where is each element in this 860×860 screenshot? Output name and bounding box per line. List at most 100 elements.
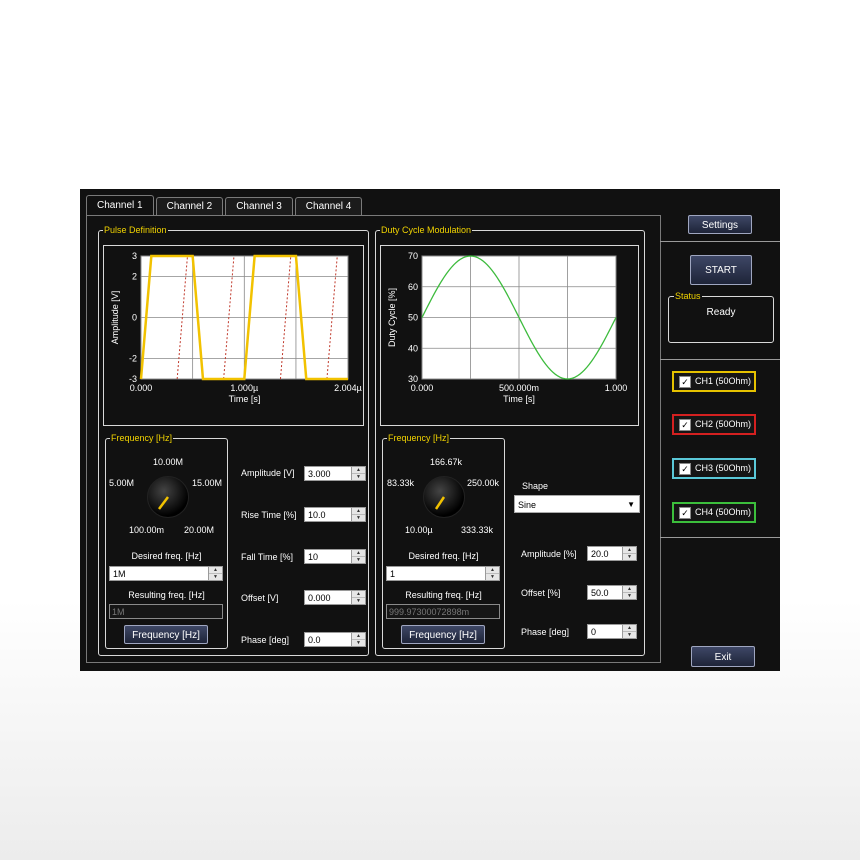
knob-label-top: 166.67k [430,457,463,467]
tab-channel-2[interactable]: Channel 2 [155,197,224,215]
y-axis-label: Duty Cycle [%] [387,288,397,347]
duty-frequency-group: Frequency [Hz] 166.67k 83.33k 250.00k 10… [382,432,505,649]
pulse-param-label-fall-time: Fall Time [%] [241,552,294,562]
spin-up-icon[interactable]: ▲ [352,467,365,474]
knob-label-left: 5.00M [109,478,135,488]
spin-down-icon[interactable]: ▼ [352,474,365,480]
checkbox-check-icon[interactable]: ✓ [679,463,691,475]
pulse-fall-time-input[interactable]: 10 ▲ ▼ [304,549,366,564]
status-text: Ready [706,307,736,318]
pulse-desired-freq-label: Desired freq. [Hz] [131,551,202,561]
knob-indicator-icon [434,496,446,510]
channel-toggle-ch4[interactable]: ✓ CH4 (50Ohm) [672,502,756,523]
pulse-amplitude-input[interactable]: 3.000 ▲ ▼ [304,466,366,481]
knob-label-left: 83.33k [387,478,415,488]
duty-desired-freq-label: Desired freq. [Hz] [408,551,479,561]
spin-up-icon[interactable]: ▲ [352,508,365,515]
spin-up-icon[interactable]: ▲ [486,567,499,574]
shape-label: Shape [522,481,549,491]
dropdown-arrow-icon: ▼ [627,500,635,509]
spin-down-icon[interactable]: ▼ [209,574,222,580]
pulse-param-label-rise-time: Rise Time [%] [241,510,297,520]
divider [660,537,780,538]
y-axis-label: Amplitude [V] [110,291,120,345]
pulse-param-label-phase: Phase [deg] [241,635,290,645]
duty-chart: 70605040300.000 500.000m 1.000Time [s]Duty… [387,251,627,404]
duty-amplitude-input[interactable]: 20.0 ▲ ▼ [587,546,637,561]
duty-resulting-freq-field: 999.97300072898m [386,604,500,619]
pulse-frequency-knob[interactable] [147,476,189,518]
checkbox-check-icon[interactable]: ✓ [679,419,691,431]
spin-up-icon[interactable]: ▲ [623,547,636,554]
shape-select[interactable]: Sine ▼ [514,495,640,513]
channel-toggle-ch2[interactable]: ✓ CH2 (50Ohm) [672,414,756,435]
tab-channel-3[interactable]: Channel 3 [225,197,293,215]
spin-down-icon[interactable]: ▼ [623,593,636,599]
x-axis-label: Time [s] [229,394,261,404]
pulse-resulting-freq-field: 1M [109,604,223,619]
spin-up-icon[interactable]: ▲ [623,586,636,593]
duty-phase-input[interactable]: 0 ▲ ▼ [587,624,637,639]
tab-channel-4[interactable]: Channel 4 [294,197,363,215]
pulse-frequency-title: Frequency [Hz] [110,432,174,444]
channel-toggle-ch1[interactable]: ✓ CH1 (50Ohm) [672,371,756,392]
duty-frequency-knob[interactable] [423,476,465,518]
duty-frequency-title: Frequency [Hz] [387,432,451,444]
pulse-definition-group: Pulse Definition 3 2 0 -2 -3 0.000 1.000µ 2.004… [98,224,369,656]
knob-label-right: 250.00k [467,478,500,488]
pulse-desired-freq-input[interactable]: 1M ▲ ▼ [109,566,223,581]
spin-up-icon[interactable]: ▲ [352,633,365,640]
side-panel: Settings START Status Ready ✓ CH1 (50Ohm… [660,189,780,671]
duty-plot: 70 60 50 40 30 0.000 500.000m 1.000 Time [s] Duty… [380,245,639,426]
spin-up-icon[interactable]: ▲ [352,591,365,598]
channel-tab-pane: Pulse Definition 3 2 0 -2 -3 0.000 1.000µ 2.004… [86,215,661,663]
divider [660,359,780,360]
knob-label-top: 10.00M [153,457,184,467]
checkbox-check-icon[interactable]: ✓ [679,376,691,388]
duty-frequency-button[interactable]: Frequency [Hz] [401,625,485,644]
divider [660,241,780,242]
tab-channel-1[interactable]: Channel 1 [86,195,154,215]
spin-down-icon[interactable]: ▼ [352,640,365,646]
pulse-chart: 320-2-30.000 1.000µ 2.004µTime [s]Amplitud… [110,251,362,404]
duty-cycle-title: Duty Cycle Modulation [380,224,473,236]
y-tick-label: 40 [408,343,418,353]
spin-up-icon[interactable]: ▲ [352,550,365,557]
channel-toggle-ch3[interactable]: ✓ CH3 (50Ohm) [672,458,756,479]
app-window: Channel 1 Channel 2 Channel 3 Channel 4 … [80,189,780,671]
pulse-param-label-offset: Offset [V] [241,593,279,603]
x-tick-label: 0.000 [130,383,153,393]
y-tick-label: 3 [132,251,137,261]
x-tick-label: 500.000m [499,383,539,393]
spin-down-icon[interactable]: ▼ [486,574,499,580]
spin-down-icon[interactable]: ▼ [623,554,636,560]
knob-label-bottom-right: 333.33k [461,525,494,535]
checkbox-check-icon[interactable]: ✓ [679,507,691,519]
x-tick-label: 1.000µ [230,383,258,393]
exit-button[interactable]: Exit [691,646,755,667]
spin-down-icon[interactable]: ▼ [623,632,636,638]
pulse-frequency-button[interactable]: Frequency [Hz] [124,625,208,644]
settings-button[interactable]: Settings [688,215,752,234]
pulse-phase-input[interactable]: 0.0 ▲ ▼ [304,632,366,647]
spin-down-icon[interactable]: ▼ [352,515,365,521]
pulse-rise-time-input[interactable]: 10.0 ▲ ▼ [304,507,366,522]
pulse-offset-input[interactable]: 0.000 ▲ ▼ [304,590,366,605]
duty-param-label-offset: Offset [%] [521,588,561,598]
knob-label-bottom-left: 10.00µ [405,525,433,535]
spin-up-icon[interactable]: ▲ [209,567,222,574]
y-tick-label: 2 [132,272,137,282]
spin-up-icon[interactable]: ▲ [623,625,636,632]
knob-label-bottom-right: 20.00M [184,525,215,535]
start-button[interactable]: START [690,255,752,285]
duty-desired-freq-input[interactable]: 1 ▲ ▼ [386,566,500,581]
duty-offset-input[interactable]: 50.0 ▲ ▼ [587,585,637,600]
y-tick-label: 70 [408,251,418,261]
spin-down-icon[interactable]: ▼ [352,557,365,563]
knob-indicator-icon [158,496,169,510]
status-group: Status Ready [668,290,774,343]
y-tick-label: 0 [132,313,137,323]
x-tick-label: 2.004µ [334,383,362,393]
pulse-frequency-group: Frequency [Hz] 10.00M 5.00M 15.00M 100.0… [105,432,228,649]
spin-down-icon[interactable]: ▼ [352,598,365,604]
